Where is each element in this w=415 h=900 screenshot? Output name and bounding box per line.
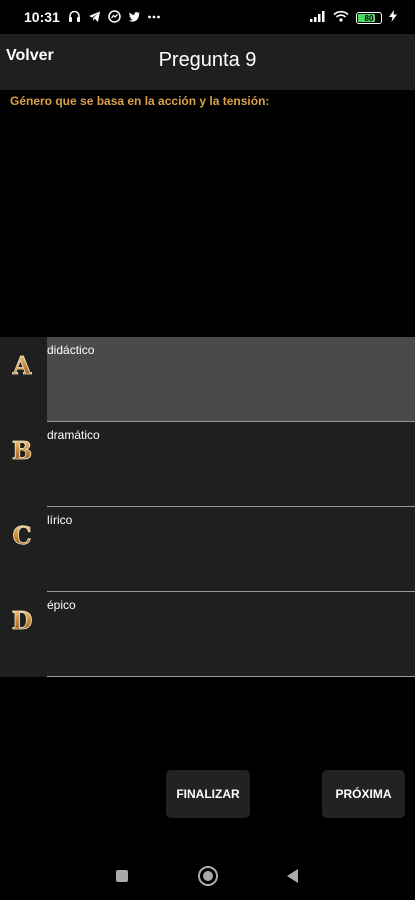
svg-text:A: A xyxy=(12,351,32,379)
status-time: 10:31 xyxy=(24,9,60,25)
option-d[interactable]: Dépico xyxy=(0,592,415,677)
home-icon[interactable] xyxy=(198,866,218,886)
charging-icon xyxy=(389,9,397,27)
battery-level: 80 xyxy=(364,13,374,23)
svg-text:B: B xyxy=(12,436,32,464)
answer-options: Adidáctico Bdramático Clírico Dépico xyxy=(0,337,415,677)
option-label: lírico xyxy=(47,513,73,527)
option-letter-icon: A xyxy=(11,351,32,379)
page-title: Pregunta 9 xyxy=(158,49,257,71)
wifi-icon xyxy=(333,9,349,27)
messenger-icon xyxy=(106,8,122,24)
svg-text:C: C xyxy=(12,521,31,549)
option-body[interactable]: lírico xyxy=(47,507,415,592)
back-icon[interactable] xyxy=(287,869,298,883)
option-a[interactable]: Adidáctico xyxy=(0,337,415,422)
finish-button[interactable]: FINALIZAR xyxy=(166,770,250,818)
notification-icons xyxy=(66,8,162,24)
option-label: dramático xyxy=(47,428,100,442)
status-bar: 10:31 80 xyxy=(0,0,415,34)
option-label: didáctico xyxy=(47,343,95,357)
option-c[interactable]: Clírico xyxy=(0,507,415,592)
system-status: 80 xyxy=(310,9,397,27)
headphones-icon xyxy=(66,8,82,24)
option-body[interactable]: épico xyxy=(47,592,415,677)
option-b[interactable]: Bdramático xyxy=(0,422,415,507)
more-icon xyxy=(146,8,162,24)
telegram-icon xyxy=(86,8,102,24)
signal-icon xyxy=(310,9,326,27)
option-body[interactable]: didáctico xyxy=(47,337,415,422)
next-button[interactable]: PRÓXIMA xyxy=(322,770,405,818)
option-body[interactable]: dramático xyxy=(47,422,415,507)
option-letter-icon: C xyxy=(12,521,32,549)
app-bar: Volver Pregunta 9 xyxy=(0,34,415,90)
option-letter-icon: B xyxy=(11,436,32,464)
svg-text:D: D xyxy=(12,606,33,634)
option-divider xyxy=(47,676,415,677)
battery-icon: 80 xyxy=(356,12,382,24)
twitter-icon xyxy=(126,8,142,24)
recents-icon[interactable] xyxy=(116,870,128,882)
option-letter-icon: D xyxy=(11,606,33,634)
option-label: épico xyxy=(47,598,76,612)
question-text: Género que se basa en la acción y la ten… xyxy=(10,94,270,108)
system-nav-bar xyxy=(0,850,415,900)
